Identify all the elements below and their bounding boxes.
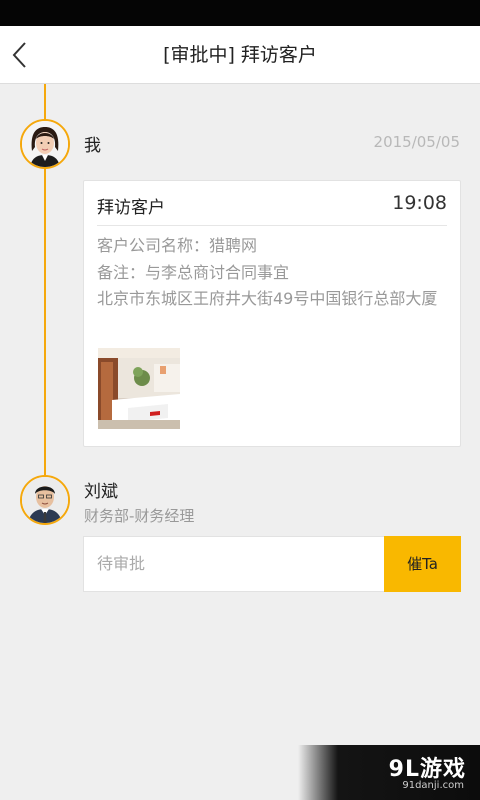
card-time: 19:08 <box>392 192 447 214</box>
approval-status-box: 待审批 <box>83 536 385 592</box>
attached-photo[interactable] <box>98 348 180 429</box>
watermark-url: 91danji.com <box>402 780 464 791</box>
page-title: [审批中] 拜访客户 <box>163 44 317 66</box>
watermark-logo: 9L游戏 <box>388 757 466 782</box>
avatar[interactable] <box>20 475 70 525</box>
company-name: 客户公司名称：猎聘网 <box>97 236 258 255</box>
divider <box>97 225 447 226</box>
card-title: 拜访客户 <box>97 198 165 218</box>
card-details: 客户公司名称：猎聘网 备注：与李总商讨合同事宜 北京市东城区王府井大街49号中国… <box>97 233 449 313</box>
visit-card: 拜访客户 19:08 客户公司名称：猎聘网 备注：与李总商讨合同事宜 北京市东城… <box>83 180 461 447</box>
entry-date: 2015/05/05 <box>373 133 460 151</box>
approver-name: 刘斌 <box>84 482 118 502</box>
approval-status: 待审批 <box>97 554 146 573</box>
approver-department: 财务部-财务经理 <box>84 507 195 525</box>
avatar-woman-image <box>22 121 68 167</box>
watermark: 9L游戏 91danji.com <box>298 745 480 800</box>
office-photo-image <box>98 348 180 429</box>
status-bar <box>0 0 480 26</box>
urge-button[interactable]: 催Ta <box>384 536 461 592</box>
author-name: 我 <box>84 136 101 156</box>
avatar-man-image <box>22 477 68 523</box>
note-text: 备注：与李总商讨合同事宜 <box>97 262 290 282</box>
navigation-bar: [审批中] 拜访客户 <box>0 26 480 84</box>
address-text: 北京市东城区王府井大街49号中国银行总部大厦 <box>97 289 438 308</box>
avatar[interactable] <box>20 119 70 169</box>
